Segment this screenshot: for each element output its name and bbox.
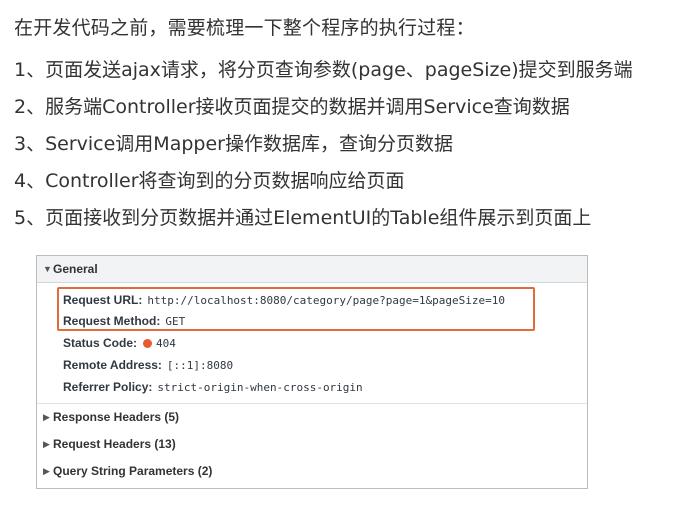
status-code-label: Status Code: [63,336,138,350]
step-item-1: 1、页面发送ajax请求，将分页查询参数(page、pageSize)提交到服务… [14,59,633,81]
steps-list: 1、页面发送ajax请求，将分页查询参数(page、pageSize)提交到服务… [14,58,633,243]
general-section-header[interactable]: ▼General [37,256,587,283]
request-method-value: GET [165,315,186,328]
referrer-policy-label: Referrer Policy: [63,380,153,394]
triangle-down-icon: ▼ [43,264,52,274]
referrer-policy-value: strict-origin-when-cross-origin [157,381,363,394]
status-dot-icon [143,339,153,348]
remote-address-row: Remote Address: [::1]:8080 [63,356,233,374]
step-item-3: 3、Service调用Mapper操作数据库，查询分页数据 [14,133,453,155]
devtools-headers-panel: ▼General Request URL: http://localhost:80… [36,255,588,489]
request-headers-title: Request Headers (13) [53,437,176,451]
step-item-4: 4、Controller将查询到的分页数据响应给页面 [14,170,405,192]
query-string-section[interactable]: ▶ Query String Parameters (2) [37,458,587,485]
request-url-value[interactable]: http://localhost:8080/category/page?page… [147,294,505,307]
triangle-right-icon: ▶ [43,466,50,476]
response-headers-section[interactable]: ▶ Response Headers (5) [37,404,587,431]
remote-address-value: [::1]:8080 [166,359,234,372]
request-url-label: Request URL: [63,293,143,307]
intro-text: 在开发代码之前，需要梳理一下整个程序的执行过程： [14,17,475,39]
referrer-policy-row: Referrer Policy: strict-origin-when-cross… [63,378,363,396]
general-section-body: Request URL: http://localhost:8080/catego… [37,283,587,404]
response-headers-title: Response Headers (5) [53,410,180,424]
step-item-5: 5、页面接收到分页数据并通过ElementUI的Table组件展示到页面上 [14,207,592,229]
step-item-2: 2、服务端Controller接收页面提交的数据并调用Service查询数据 [14,96,570,118]
triangle-right-icon: ▶ [43,439,50,449]
general-section-title: General [53,262,98,276]
request-method-label: Request Method: [63,314,161,328]
status-code-row: Status Code: 404 [63,334,176,352]
status-code-value: 404 [156,337,176,350]
triangle-right-icon: ▶ [43,412,50,422]
remote-address-label: Remote Address: [63,358,162,372]
request-method-row: Request Method: GET [63,312,185,330]
request-headers-section[interactable]: ▶ Request Headers (13) [37,431,587,458]
request-url-row: Request URL: http://localhost:8080/catego… [63,291,505,309]
query-string-title: Query String Parameters (2) [53,464,213,478]
